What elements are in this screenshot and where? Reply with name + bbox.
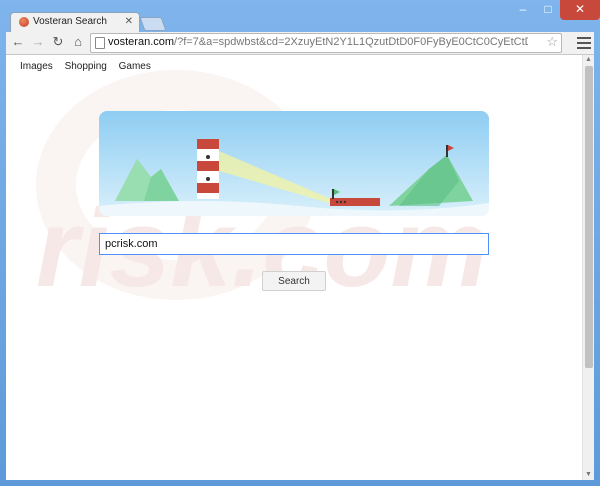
scroll-up-icon[interactable]: ▲ (585, 56, 592, 63)
address-bar[interactable]: vosteran.com/?f=7&a=spdwbst&cd=2XzuyEtN2… (90, 33, 562, 53)
url-host: vosteran.com (108, 36, 175, 48)
search-banner-illustration (99, 111, 489, 216)
tab-close-icon[interactable]: ✕ (125, 16, 133, 27)
nav-link-games[interactable]: Games (119, 61, 151, 72)
page-icon (95, 37, 105, 49)
bookmark-star-icon[interactable]: ☆ (546, 34, 558, 50)
close-window-icon[interactable]: ✕ (560, 0, 600, 20)
favicon-icon (19, 17, 29, 27)
nav-link-images[interactable]: Images (20, 61, 53, 72)
vertical-scrollbar[interactable]: ▲ ▼ (582, 55, 594, 480)
top-nav: Images Shopping Games (20, 61, 160, 72)
search-input[interactable] (99, 233, 489, 255)
browser-toolbar: ← → ↻ ⌂ vosteran.com/?f=7&a=spdwbst&cd=2… (6, 32, 594, 55)
new-tab-button[interactable] (139, 17, 167, 31)
scrollbar-thumb[interactable] (585, 66, 593, 368)
title-bar: Vosteran Search ✕ – □ ✕ (0, 0, 600, 33)
forward-arrow-icon[interactable]: → (30, 34, 46, 50)
browser-tab[interactable]: Vosteran Search ✕ (10, 12, 140, 33)
menu-hamburger-icon[interactable] (576, 34, 592, 50)
reload-icon[interactable]: ↻ (50, 34, 66, 50)
page-viewport: risk.com Images Shopping Games (6, 55, 594, 480)
tab-title: Vosteran Search (33, 16, 107, 27)
url-text: vosteran.com/?f=7&a=spdwbst&cd=2XzuyEtN2… (108, 36, 528, 48)
banner-svg (99, 111, 489, 216)
search-button[interactable]: Search (262, 271, 326, 291)
minimize-icon[interactable]: – (510, 0, 536, 20)
scroll-down-icon[interactable]: ▼ (585, 471, 592, 478)
back-arrow-icon[interactable]: ← (10, 34, 26, 50)
home-icon[interactable]: ⌂ (70, 34, 86, 50)
maximize-icon[interactable]: □ (536, 0, 560, 20)
url-path: /?f=7&a=spdwbst&cd=2XzuyEtN2Y1L1QzutDtD0… (174, 36, 528, 48)
nav-link-shopping[interactable]: Shopping (65, 61, 107, 72)
browser-window: Vosteran Search ✕ – □ ✕ ← → ↻ ⌂ vosteran… (0, 0, 600, 486)
